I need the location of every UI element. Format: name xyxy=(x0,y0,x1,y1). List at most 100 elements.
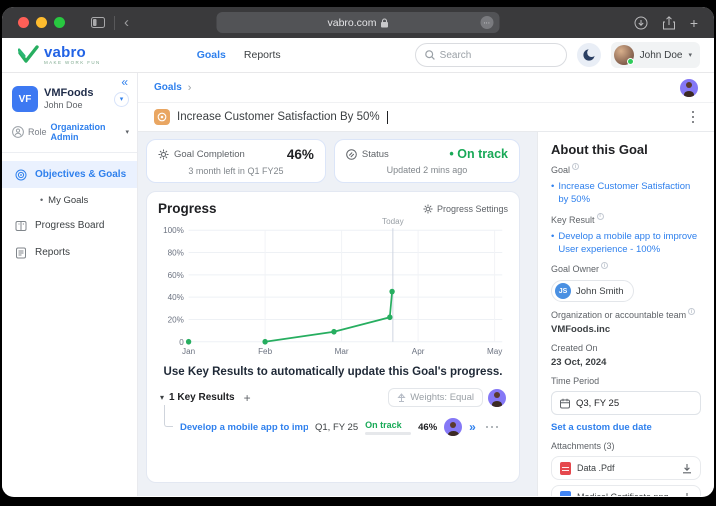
brand-logo[interactable]: vabro MAKE WORK FUN xyxy=(18,45,101,66)
about-goal-link[interactable]: •Increase Customer Satisfaction by 50% xyxy=(551,180,701,207)
sidebar-item-my-goals[interactable]: • My Goals xyxy=(2,188,137,212)
attachments-label: Attachments (3) xyxy=(551,441,701,451)
key-result-progress-bar xyxy=(365,432,411,435)
goal-completion-note: 3 month left in Q1 FY25 xyxy=(158,166,314,176)
chrome-divider xyxy=(114,16,115,30)
chevron-down-icon: ▾ xyxy=(688,51,692,59)
close-window-button[interactable] xyxy=(18,17,29,28)
weights-button[interactable]: Weights: Equal xyxy=(388,388,483,407)
svg-text:Jan: Jan xyxy=(182,346,195,356)
board-icon xyxy=(15,220,27,232)
lock-icon xyxy=(381,18,389,28)
moon-icon xyxy=(582,48,596,62)
tab-goals[interactable]: Goals xyxy=(197,49,226,61)
org-switcher[interactable]: VF VMFoods John Doe ▾ xyxy=(2,76,137,118)
downloads-icon[interactable] xyxy=(634,16,648,30)
key-result-menu-icon[interactable] xyxy=(483,423,502,432)
role-selector[interactable]: Role Organization Admin ▾ xyxy=(2,118,137,146)
download-icon[interactable] xyxy=(682,463,692,474)
progress-card: Progress Progress Settings 100%80%60%40%… xyxy=(146,191,520,483)
org-chevron-icon[interactable]: ▾ xyxy=(114,92,129,107)
time-period-value: Q3, FY 25 xyxy=(576,398,619,409)
breadcrumb-goals-link[interactable]: Goals xyxy=(154,82,182,93)
goal-owner-chip[interactable]: JS John Smith xyxy=(551,280,634,302)
add-key-result-button[interactable]: + xyxy=(244,391,251,405)
sidebar: « VF VMFoods John Doe ▾ Role Organizatio… xyxy=(2,73,138,496)
goal-owner-label: Goal Owneri xyxy=(551,264,701,274)
goal-detail-pane: Goal Completion 46% 3 month left in Q1 F… xyxy=(138,132,537,496)
url-bar[interactable]: vabro.com ⋯ xyxy=(217,12,500,33)
info-icon: i xyxy=(597,213,604,220)
extensions-icon[interactable]: ⋯ xyxy=(481,16,494,29)
pdf-file-icon xyxy=(560,462,571,475)
attachment-row[interactable]: Medical Certificate.png xyxy=(551,485,701,496)
bullet-icon: • xyxy=(40,195,43,205)
brand-name: vabro xyxy=(44,45,101,60)
goal-title-row: Increase Customer Satisfaction By 50% xyxy=(138,102,714,132)
tab-reports[interactable]: Reports xyxy=(244,49,281,61)
download-icon[interactable] xyxy=(682,492,692,496)
role-person-icon xyxy=(12,126,24,138)
status-card: Status • On track Updated 2 mins ago xyxy=(334,139,520,183)
gear-icon xyxy=(158,149,169,160)
info-icon: i xyxy=(688,308,695,315)
sidebar-item-progress-board[interactable]: Progress Board xyxy=(2,212,137,239)
org-avatar: VF xyxy=(12,86,38,112)
user-menu[interactable]: John Doe ▾ xyxy=(611,42,700,68)
custom-due-date-link[interactable]: Set a custom due date xyxy=(551,422,701,433)
key-results-helper-text: Use Key Results to automatically update … xyxy=(158,366,508,378)
role-value: Organization Admin xyxy=(51,122,122,142)
key-result-avatar[interactable] xyxy=(444,418,462,436)
back-icon[interactable]: ‹ xyxy=(124,15,129,30)
svg-text:20%: 20% xyxy=(168,314,185,324)
sidebar-item-reports[interactable]: Reports xyxy=(2,239,137,266)
progress-title: Progress xyxy=(158,201,217,216)
assignee-avatar[interactable] xyxy=(488,389,506,407)
sidebar-toggle-icon[interactable] xyxy=(91,17,105,28)
time-period-select[interactable]: Q3, FY 25 xyxy=(551,391,701,415)
report-icon xyxy=(15,247,27,259)
info-icon: i xyxy=(572,163,579,170)
collaborator-avatar[interactable] xyxy=(680,79,698,97)
browser-chrome: ‹ vabro.com ⋯ + xyxy=(2,7,714,38)
sidebar-item-label: Progress Board xyxy=(35,220,104,231)
app-navbar: vabro MAKE WORK FUN Goals Reports xyxy=(2,38,714,73)
goal-menu-icon[interactable] xyxy=(688,107,699,128)
goal-completion-value: 46% xyxy=(287,147,314,162)
search-box[interactable] xyxy=(415,43,567,67)
expand-double-chevron-icon[interactable]: » xyxy=(469,420,476,434)
key-results-caret-icon[interactable]: ▾ xyxy=(160,393,164,402)
svg-text:80%: 80% xyxy=(168,247,185,257)
time-period-label: Time Period xyxy=(551,376,701,386)
new-tab-icon[interactable]: + xyxy=(690,16,698,30)
svg-text:May: May xyxy=(487,346,503,356)
user-avatar xyxy=(614,45,634,65)
progress-settings-button[interactable]: Progress Settings xyxy=(423,204,508,214)
role-label: Role xyxy=(28,127,47,137)
status-label: Status xyxy=(362,149,389,160)
svg-text:Apr: Apr xyxy=(412,346,425,356)
dark-mode-toggle[interactable] xyxy=(577,43,601,67)
org-team-label: Organization or accountable teami xyxy=(551,310,701,320)
about-key-result-link[interactable]: •Develop a mobile app to improve User ex… xyxy=(551,230,701,257)
breadcrumb: Goals › xyxy=(138,73,714,102)
search-icon xyxy=(425,50,435,60)
goal-label: Goali xyxy=(551,165,701,175)
role-chevron-icon: ▾ xyxy=(125,128,129,136)
scale-icon xyxy=(397,393,406,403)
goal-title-input[interactable]: Increase Customer Satisfaction By 50% xyxy=(177,111,380,123)
minimize-window-button[interactable] xyxy=(36,17,47,28)
target-icon xyxy=(15,169,27,181)
zoom-window-button[interactable] xyxy=(54,17,65,28)
brand-tagline: MAKE WORK FUN xyxy=(44,61,101,66)
svg-text:Feb: Feb xyxy=(258,346,272,356)
key-result-link[interactable]: Develop a mobile app to improve Us... xyxy=(180,422,308,433)
search-input[interactable] xyxy=(440,50,550,61)
user-name: John Doe xyxy=(640,50,683,61)
about-panel: About this Goal Goali •Increase Customer… xyxy=(537,132,714,496)
sidebar-collapse-icon[interactable]: « xyxy=(121,75,128,89)
sidebar-item-objectives-goals[interactable]: Objectives & Goals xyxy=(2,161,137,188)
goal-completion-label: Goal Completion xyxy=(174,149,245,160)
attachment-row[interactable]: Data .Pdf xyxy=(551,456,701,480)
share-icon[interactable] xyxy=(663,16,675,30)
